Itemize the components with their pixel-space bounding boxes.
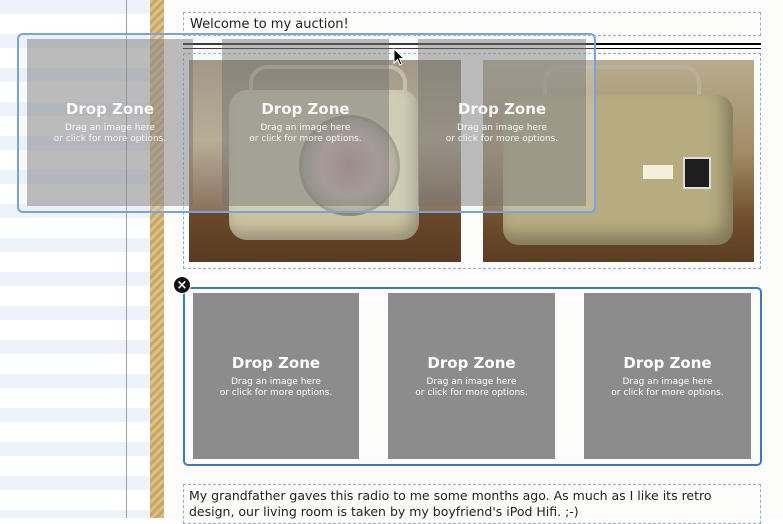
description-text: My grandfather gaves this radio to me so… (189, 488, 712, 519)
drop-zone-hint-2: or click for more options. (249, 134, 362, 144)
radio-label-plate (643, 165, 673, 179)
drop-zone-hint-2: or click for more options. (415, 387, 528, 398)
drop-zone-hint-2: or click for more options. (445, 134, 559, 144)
drop-zone-2[interactable]: Drop Zone Drag an image here or click fo… (388, 293, 555, 459)
description-text-block[interactable]: My grandfather gaves this radio to me so… (183, 484, 761, 524)
floating-drop-zone-2[interactable]: Drop Zone Drag an image here or click fo… (222, 39, 389, 206)
drop-zone-hint-2: or click for more options. (53, 134, 167, 144)
drop-zone-hint: Drag an image here (231, 376, 321, 387)
welcome-text: Welcome to my auction! (190, 17, 349, 32)
radio-knob (683, 157, 711, 189)
drop-zone-title: Drop Zone (457, 100, 547, 118)
drop-zone-hint: Drag an image here (426, 376, 517, 387)
drop-zone-hint: Drag an image here (457, 123, 547, 133)
floating-drop-zone-1[interactable]: Drop Zone Drag an image here or click fo… (27, 39, 193, 206)
drop-zone-hint: Drag an image here (622, 376, 713, 387)
drop-zone-title: Drop Zone (231, 353, 321, 372)
drop-zone-1[interactable]: Drop Zone Drag an image here or click fo… (193, 293, 359, 459)
drop-zone-title: Drop Zone (65, 100, 155, 118)
drop-zone-hint-2: or click for more options. (611, 387, 724, 398)
drop-zone-3[interactable]: Drop Zone Drag an image here or click fo… (584, 293, 751, 459)
drop-zone-title: Drop Zone (623, 353, 712, 372)
close-icon[interactable]: × (173, 276, 191, 294)
drop-zone-title: Drop Zone (427, 353, 516, 372)
floating-drop-zone-3[interactable]: Drop Zone Drag an image here or click fo… (418, 39, 586, 206)
mouse-cursor-icon (393, 48, 405, 66)
drop-zone-hint: Drag an image here (65, 123, 155, 133)
drop-zone-hint: Drag an image here (260, 123, 351, 133)
drop-zone-hint-2: or click for more options. (219, 387, 333, 398)
drop-zone-title: Drop Zone (261, 100, 350, 118)
